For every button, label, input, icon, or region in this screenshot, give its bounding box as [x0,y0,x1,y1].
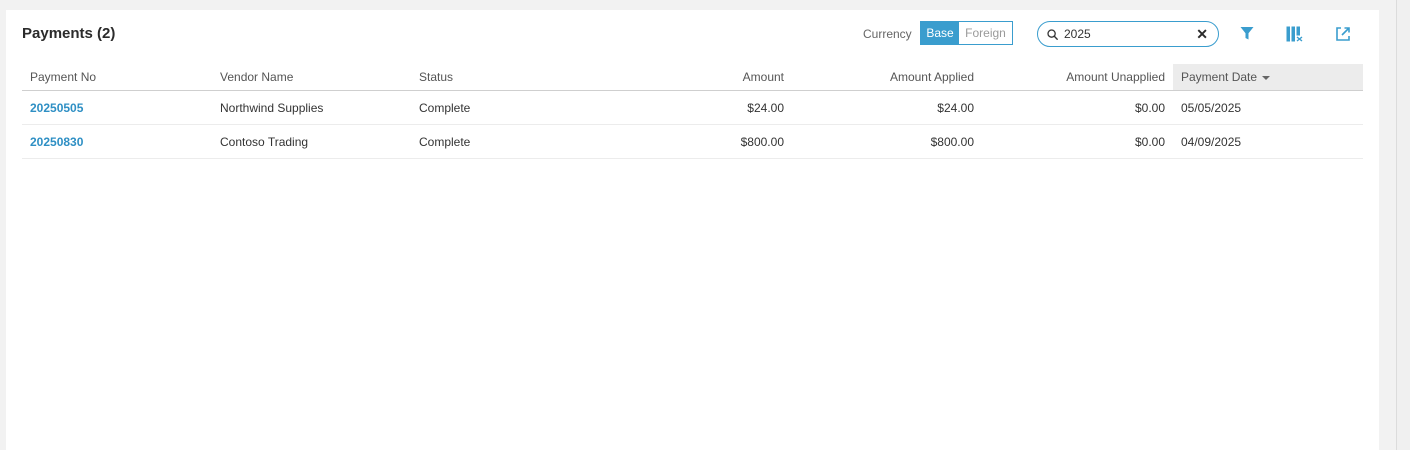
filter-icon[interactable] [1240,26,1254,41]
payment-date-cell: 04/09/2025 [1173,124,1363,159]
clear-search-icon[interactable]: ✕ [1196,26,1208,43]
export-icon[interactable] [1335,26,1351,42]
payment-no-link[interactable]: 20250830 [30,135,83,149]
column-header-amount[interactable]: Amount [581,64,792,91]
search-input[interactable] [1064,27,1197,41]
page-title: Payments (2) [22,25,116,42]
payment-date-cell: 05/05/2025 [1173,90,1363,125]
column-header-vendor-name[interactable]: Vendor Name [212,64,411,91]
currency-toggle: Base Foreign [920,21,1013,45]
amount-cell: $24.00 [581,90,792,125]
amount-applied-cell: $800.00 [792,124,982,159]
vendor-name-cell: Northwind Supplies [212,90,411,125]
payment-no-link[interactable]: 20250505 [30,101,83,115]
search-box: ✕ [1037,21,1219,47]
column-header-payment-date-label: Payment Date [1181,70,1258,84]
amount-unapplied-cell: $0.00 [982,124,1173,159]
currency-base-option[interactable]: Base [921,22,959,44]
currency-label: Currency [863,27,912,41]
currency-foreign-option[interactable]: Foreign [959,22,1012,44]
vertical-scrollbar[interactable] [1396,0,1410,450]
sort-desc-icon [1262,75,1271,80]
amount-applied-cell: $24.00 [792,90,982,125]
columns-icon[interactable] [1286,26,1303,42]
column-header-amount-applied[interactable]: Amount Applied [792,64,982,91]
amount-cell: $800.00 [581,124,792,159]
table-header-row: Payment No Vendor Name Status Amount Amo… [22,64,1363,91]
vendor-name-cell: Contoso Trading [212,124,411,159]
column-header-amount-unapplied[interactable]: Amount Unapplied [982,64,1173,91]
payments-panel: Payments (2) Currency Base Foreign ✕ Pa [6,10,1379,450]
status-cell: Complete [411,124,581,159]
table-row[interactable]: 20250505 Northwind Supplies Complete $24… [22,90,1363,125]
column-header-payment-date[interactable]: Payment Date [1173,64,1363,91]
status-cell: Complete [411,90,581,125]
column-header-status[interactable]: Status [411,64,581,91]
amount-unapplied-cell: $0.00 [982,90,1173,125]
search-icon [1047,28,1058,40]
payments-table: Payment No Vendor Name Status Amount Amo… [22,64,1363,159]
column-header-payment-no[interactable]: Payment No [22,64,212,91]
table-row[interactable]: 20250830 Contoso Trading Complete $800.0… [22,124,1363,159]
